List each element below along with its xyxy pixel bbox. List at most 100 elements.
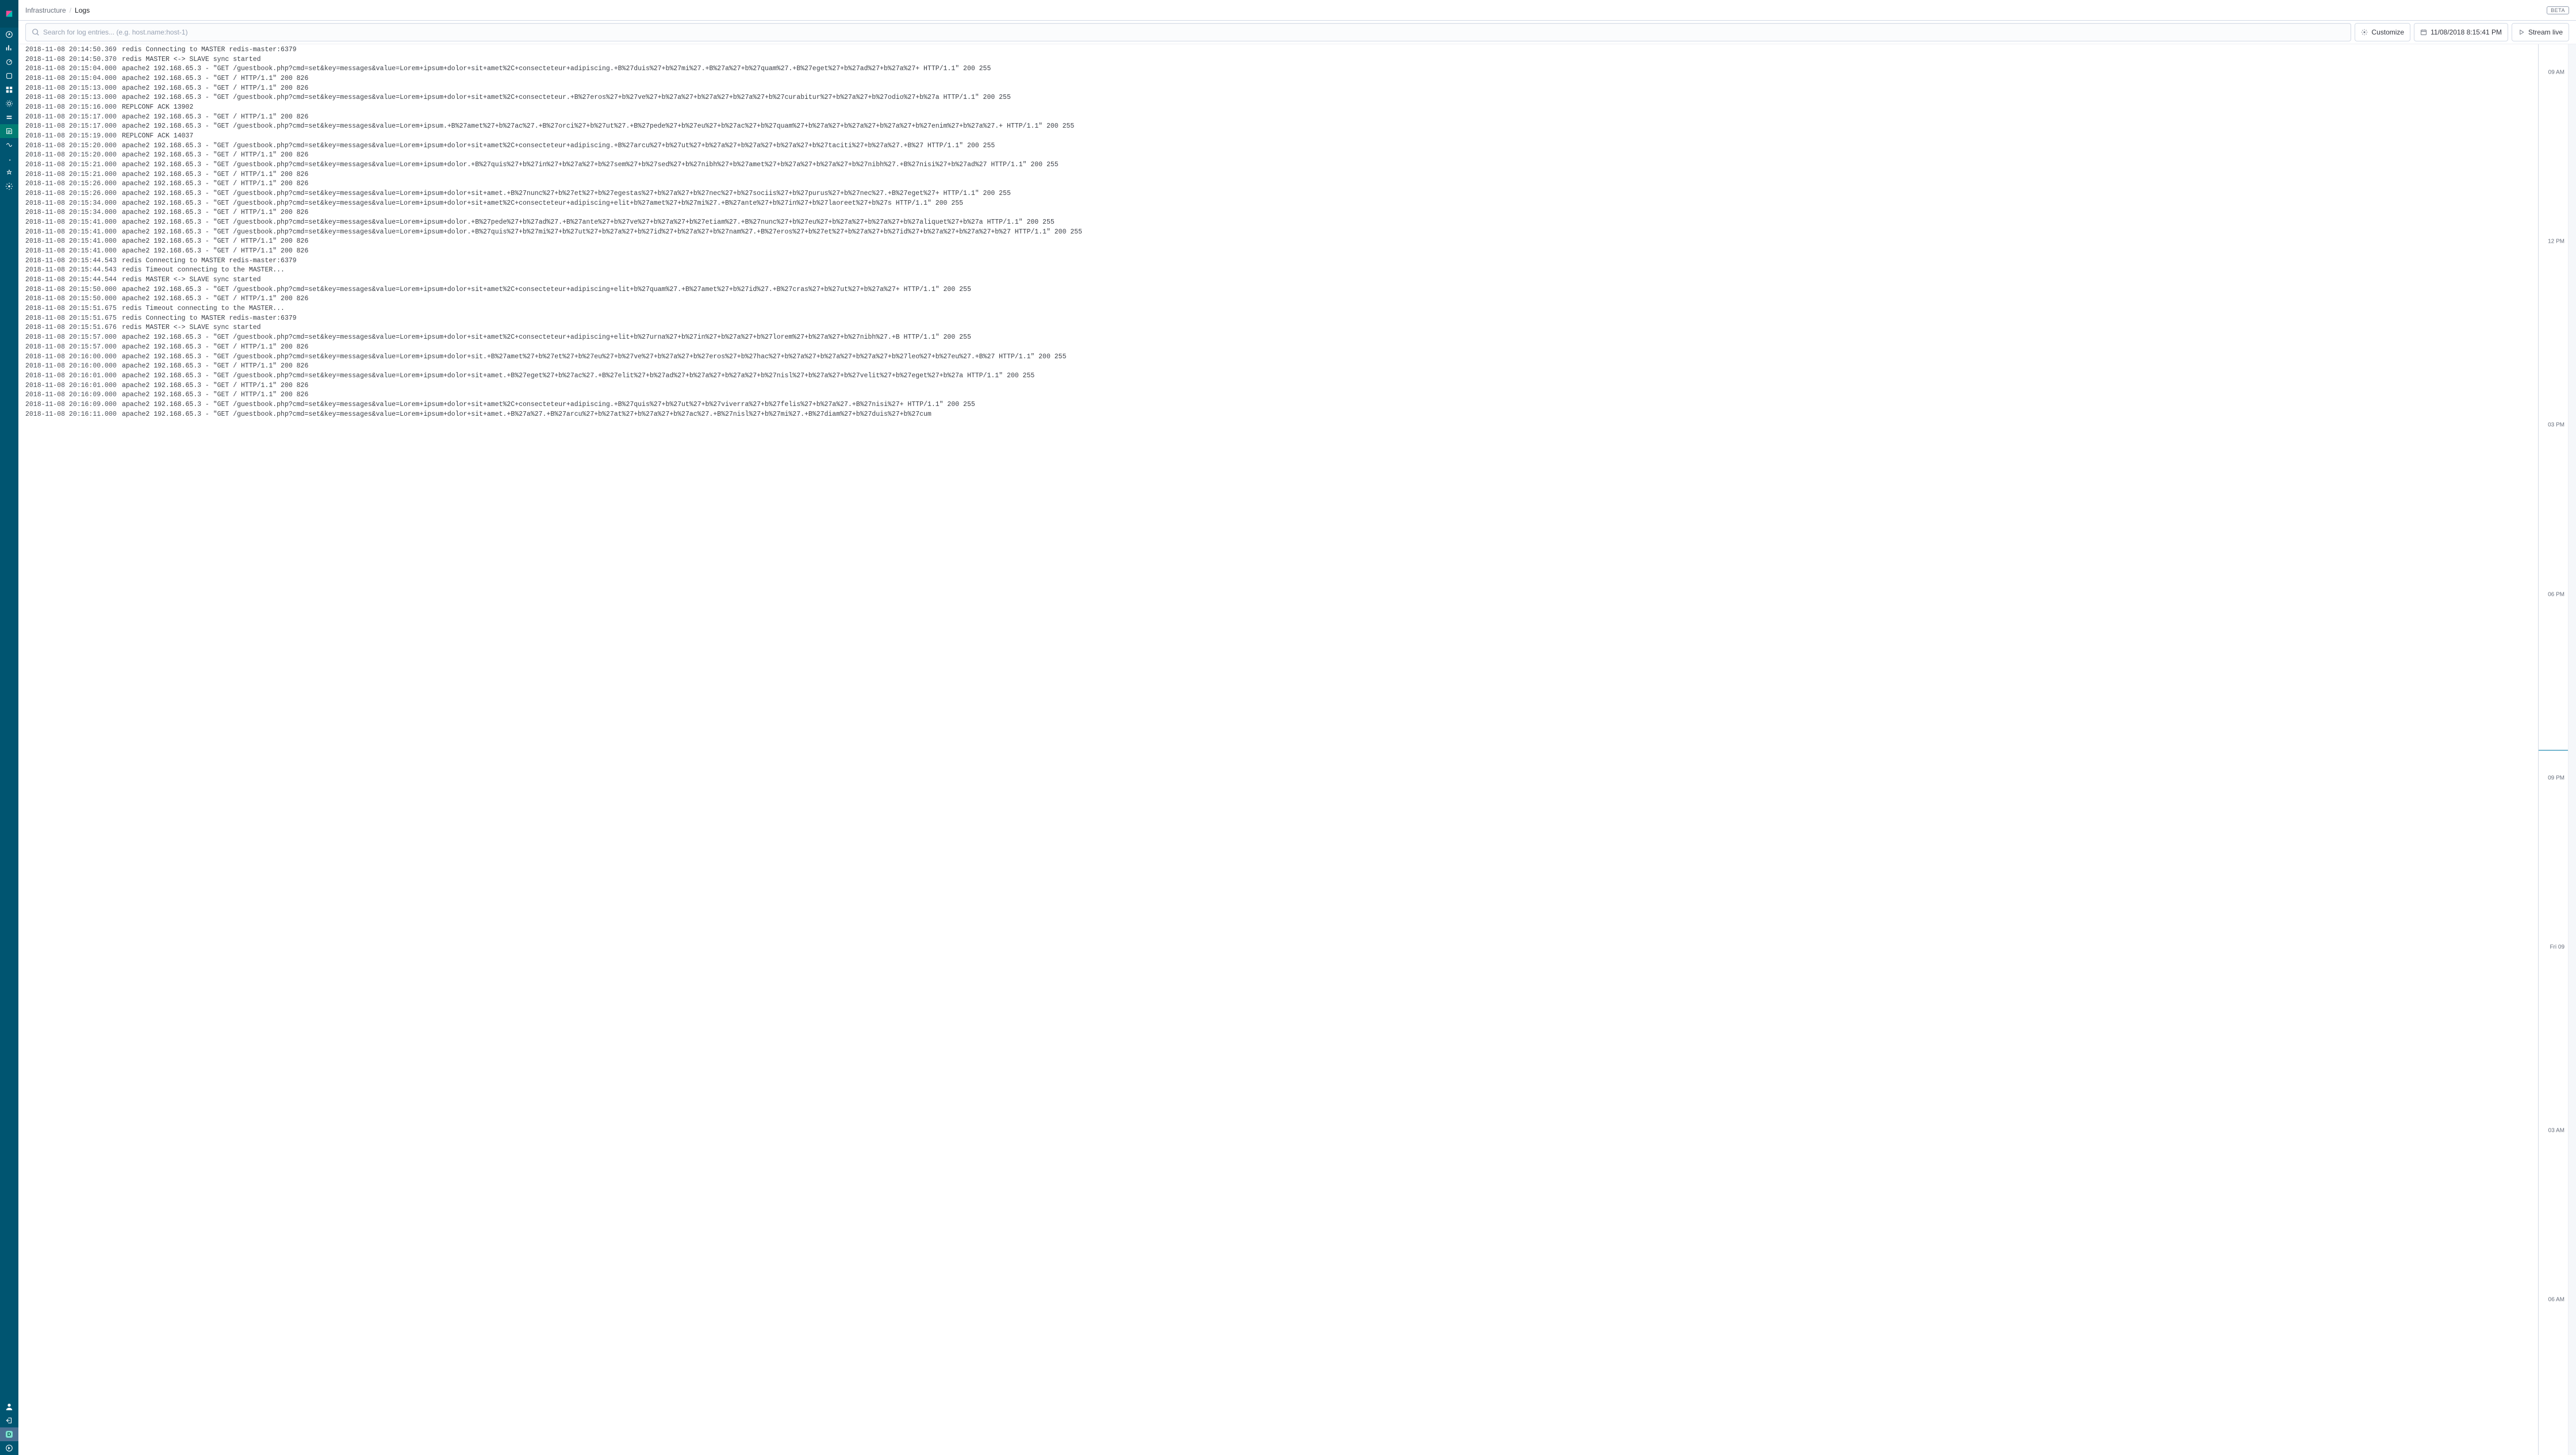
log-timestamp: 2018-11-08 20:15:41.000 [25, 247, 122, 256]
log-timestamp: 2018-11-08 20:15:41.000 [25, 228, 122, 238]
log-row[interactable]: 2018-11-08 20:15:51.675redis Connecting … [25, 314, 2531, 324]
log-message: apache2 192.168.65.3 - "GET /guestbook.p… [122, 400, 2531, 410]
log-timestamp: 2018-11-08 20:15:34.000 [25, 208, 122, 218]
stream-live-button[interactable]: Stream live [2512, 23, 2569, 41]
log-message: apache2 192.168.65.3 - "GET /guestbook.p… [122, 93, 2531, 103]
minimap-tick: 03 AM [2548, 1127, 2564, 1134]
scrollbar[interactable] [2568, 44, 2576, 1455]
log-row[interactable]: 2018-11-08 20:15:17.000apache2 192.168.6… [25, 122, 2531, 132]
nav-infrastructure[interactable] [0, 110, 18, 124]
log-row[interactable]: 2018-11-08 20:15:44.543redis Connecting … [25, 256, 2531, 266]
log-row[interactable]: 2018-11-08 20:15:21.000apache2 192.168.6… [25, 170, 2531, 180]
breadcrumb-bar: Infrastructure / Logs BETA [18, 0, 2576, 21]
log-row[interactable]: 2018-11-08 20:16:01.000apache2 192.168.6… [25, 372, 2531, 381]
breadcrumb-separator: / [70, 6, 71, 14]
log-row[interactable]: 2018-11-08 20:15:20.000apache2 192.168.6… [25, 151, 2531, 160]
log-timestamp: 2018-11-08 20:15:13.000 [25, 84, 122, 94]
log-row[interactable]: 2018-11-08 20:15:34.000apache2 192.168.6… [25, 199, 2531, 209]
log-row[interactable]: 2018-11-08 20:15:04.000apache2 192.168.6… [25, 64, 2531, 74]
log-timestamp: 2018-11-08 20:15:26.000 [25, 179, 122, 189]
log-row[interactable]: 2018-11-08 20:16:09.000apache2 192.168.6… [25, 390, 2531, 400]
log-row[interactable]: 2018-11-08 20:15:17.000apache2 192.168.6… [25, 113, 2531, 122]
breadcrumb-root[interactable]: Infrastructure [25, 6, 66, 14]
beta-badge: BETA [2547, 6, 2569, 14]
log-timestamp: 2018-11-08 20:15:51.675 [25, 314, 122, 324]
log-row[interactable]: 2018-11-08 20:15:41.000apache2 192.168.6… [25, 218, 2531, 228]
log-row[interactable]: 2018-11-08 20:15:51.676redis MASTER <-> … [25, 323, 2531, 333]
log-row[interactable]: 2018-11-08 20:15:34.000apache2 192.168.6… [25, 208, 2531, 218]
minimap[interactable]: 09 AM12 PM03 PM06 PM09 PMFri 0903 AM06 A… [2538, 44, 2568, 1455]
search-input[interactable] [40, 25, 2345, 40]
log-row[interactable]: 2018-11-08 20:15:26.000apache2 192.168.6… [25, 179, 2531, 189]
log-row[interactable]: 2018-11-08 20:15:16.000REPLCONF ACK 1390… [25, 103, 2531, 113]
nav-ml[interactable] [0, 97, 18, 110]
log-timestamp: 2018-11-08 20:16:11.000 [25, 410, 122, 420]
log-row[interactable]: 2018-11-08 20:15:20.000apache2 192.168.6… [25, 141, 2531, 151]
log-timestamp: 2018-11-08 20:15:41.000 [25, 218, 122, 228]
nav-logs[interactable] [0, 124, 18, 138]
search-icon [32, 28, 40, 36]
log-timestamp: 2018-11-08 20:15:51.675 [25, 304, 122, 314]
kibana-logo[interactable] [0, 0, 18, 28]
log-row[interactable]: 2018-11-08 20:15:57.000apache2 192.168.6… [25, 343, 2531, 353]
log-row[interactable]: 2018-11-08 20:15:50.000apache2 192.168.6… [25, 294, 2531, 304]
minimap-tick: Fri 09 [2550, 944, 2564, 950]
nav-dashboard[interactable] [0, 55, 18, 69]
log-row[interactable]: 2018-11-08 20:16:11.000apache2 192.168.6… [25, 410, 2531, 420]
customize-button[interactable]: Customize [2355, 23, 2410, 41]
nav-timelion[interactable] [0, 69, 18, 83]
timestamp-picker[interactable]: 11/08/2018 8:15:41 PM [2414, 23, 2508, 41]
log-row[interactable]: 2018-11-08 20:16:00.000apache2 192.168.6… [25, 353, 2531, 362]
nav-monitoring[interactable] [0, 166, 18, 179]
log-message: redis Connecting to MASTER redis-master:… [122, 314, 2531, 324]
log-row[interactable]: 2018-11-08 20:15:44.544redis MASTER <-> … [25, 275, 2531, 285]
log-row[interactable]: 2018-11-08 20:15:44.543redis Timeout con… [25, 266, 2531, 275]
log-row[interactable]: 2018-11-08 20:15:41.000apache2 192.168.6… [25, 228, 2531, 238]
timestamp-label: 11/08/2018 8:15:41 PM [2431, 28, 2502, 36]
nav-default-space[interactable]: D [0, 1427, 18, 1441]
log-row[interactable]: 2018-11-08 20:15:19.000REPLCONF ACK 1403… [25, 132, 2531, 141]
log-message: REPLCONF ACK 13902 [122, 103, 2531, 113]
log-row[interactable]: 2018-11-08 20:16:01.000apache2 192.168.6… [25, 381, 2531, 391]
log-timestamp: 2018-11-08 20:15:04.000 [25, 74, 122, 84]
log-timestamp: 2018-11-08 20:16:01.000 [25, 381, 122, 391]
log-row[interactable]: 2018-11-08 20:15:41.000apache2 192.168.6… [25, 237, 2531, 247]
log-timestamp: 2018-11-08 20:15:51.676 [25, 323, 122, 333]
log-stream[interactable]: 2018-11-08 20:14:50.369 redis Connecting … [18, 44, 2538, 1455]
log-row[interactable]: 2018-11-08 20:15:26.000apache2 192.168.6… [25, 189, 2531, 199]
log-row[interactable]: 2018-11-08 20:15:41.000apache2 192.168.6… [25, 247, 2531, 256]
log-row[interactable]: 2018-11-08 20:15:50.000apache2 192.168.6… [25, 285, 2531, 295]
log-row[interactable]: 2018-11-08 20:15:13.000apache2 192.168.6… [25, 84, 2531, 94]
log-row[interactable]: 2018-11-08 20:15:57.000apache2 192.168.6… [25, 333, 2531, 343]
nav-devtools[interactable] [0, 152, 18, 166]
log-message: apache2 192.168.65.3 - "GET /guestbook.p… [122, 189, 2531, 199]
log-row[interactable]: 2018-11-08 20:15:13.000apache2 192.168.6… [25, 93, 2531, 103]
nav-collapse[interactable] [0, 1441, 18, 1455]
log-message: apache2 192.168.65.3 - "GET / HTTP/1.1" … [122, 343, 2531, 353]
log-message: apache2 192.168.65.3 - "GET / HTTP/1.1" … [122, 390, 2531, 400]
minimap-cursor[interactable] [2539, 750, 2568, 751]
log-timestamp: 2018-11-08 20:15:16.000 [25, 103, 122, 113]
play-icon [2518, 29, 2525, 36]
log-message: apache2 192.168.65.3 - "GET /guestbook.p… [122, 372, 2531, 381]
log-row[interactable]: 2018-11-08 20:14:50.369redis Connecting … [25, 45, 2531, 55]
log-timestamp: 2018-11-08 20:15:57.000 [25, 343, 122, 353]
log-row[interactable]: 2018-11-08 20:14:50.370redis MASTER <-> … [25, 55, 2531, 65]
nav-logout[interactable] [0, 1414, 18, 1427]
log-row[interactable]: 2018-11-08 20:15:04.000apache2 192.168.6… [25, 74, 2531, 84]
nav-discover[interactable] [0, 28, 18, 41]
log-row[interactable]: 2018-11-08 20:16:09.000apache2 192.168.6… [25, 400, 2531, 410]
log-row[interactable]: 2018-11-08 20:15:21.000apache2 192.168.6… [25, 160, 2531, 170]
log-row[interactable]: 2018-11-08 20:16:00.000apache2 192.168.6… [25, 362, 2531, 372]
log-row[interactable]: 2018-11-08 20:15:51.675redis Timeout con… [25, 304, 2531, 314]
minimap-tick: 06 PM [2548, 591, 2564, 598]
nav-management[interactable] [0, 179, 18, 193]
log-message: apache2 192.168.65.3 - "GET /guestbook.p… [122, 122, 2531, 132]
log-message: apache2 192.168.65.3 - "GET /guestbook.p… [122, 353, 2531, 362]
nav-user[interactable] [0, 1400, 18, 1414]
log-timestamp: 2018-11-08 20:15:20.000 [25, 141, 122, 151]
log-timestamp: 2018-11-08 20:14:50.369 [25, 45, 122, 55]
nav-canvas[interactable] [0, 83, 18, 97]
nav-apm[interactable] [0, 138, 18, 152]
nav-visualize[interactable] [0, 41, 18, 55]
